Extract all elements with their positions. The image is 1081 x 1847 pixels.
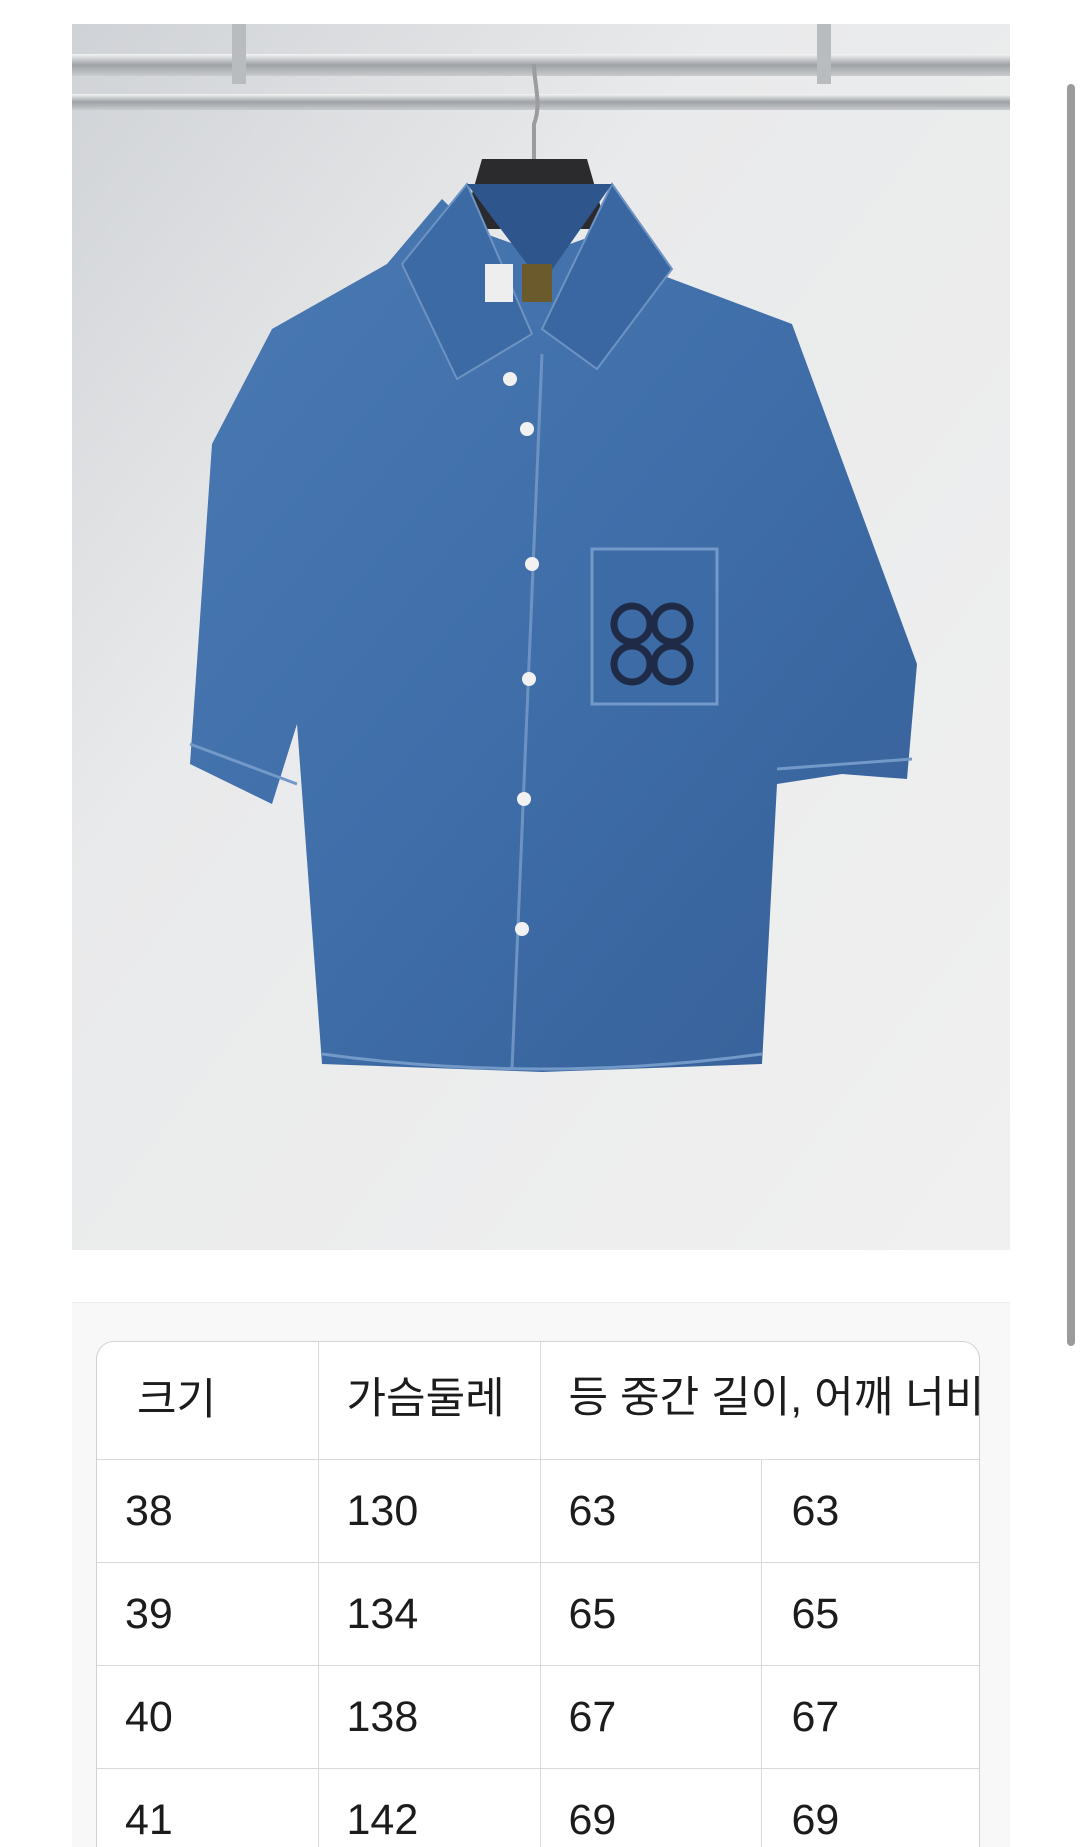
product-photo (72, 24, 1010, 1250)
size-chart-table: 크기 가슴둘레 등 중간 길이, 어깨 너비 38 130 63 63 39 1… (96, 1341, 980, 1847)
table-row: 40 138 67 67 (97, 1665, 979, 1769)
table-header-row: 크기 가슴둘레 등 중간 길이, 어깨 너비 (97, 1342, 979, 1460)
page: 크기 가슴둘레 등 중간 길이, 어깨 너비 38 130 63 63 39 1… (0, 0, 1081, 1847)
header-chest: 가슴둘레 (318, 1342, 541, 1460)
table-row: 41 142 69 69 (97, 1768, 979, 1847)
scrollbar-thumb[interactable] (1067, 84, 1075, 1346)
cell-size: 39 (97, 1562, 319, 1666)
cell-shoulder: 63 (761, 1459, 979, 1563)
cell-chest: 130 (318, 1459, 541, 1563)
header-size: 크기 (97, 1342, 319, 1460)
cell-shoulder: 65 (761, 1562, 979, 1666)
header-length-shoulder: 등 중간 길이, 어깨 너비 (540, 1342, 979, 1460)
table-row: 39 134 65 65 (97, 1562, 979, 1666)
cell-chest: 142 (318, 1768, 541, 1847)
cell-shoulder: 67 (761, 1665, 979, 1769)
cell-size: 40 (97, 1665, 319, 1769)
cell-chest: 134 (318, 1562, 541, 1666)
cell-length: 67 (540, 1665, 762, 1769)
cell-length: 69 (540, 1768, 762, 1847)
cell-length: 65 (540, 1562, 762, 1666)
cell-shoulder: 69 (791, 1795, 840, 1844)
cell-length: 63 (540, 1459, 762, 1563)
cell-size: 38 (97, 1459, 319, 1563)
table-row: 38 130 63 63 (97, 1459, 979, 1563)
cell-chest: 138 (318, 1665, 541, 1769)
cell-size: 41 (97, 1768, 319, 1847)
